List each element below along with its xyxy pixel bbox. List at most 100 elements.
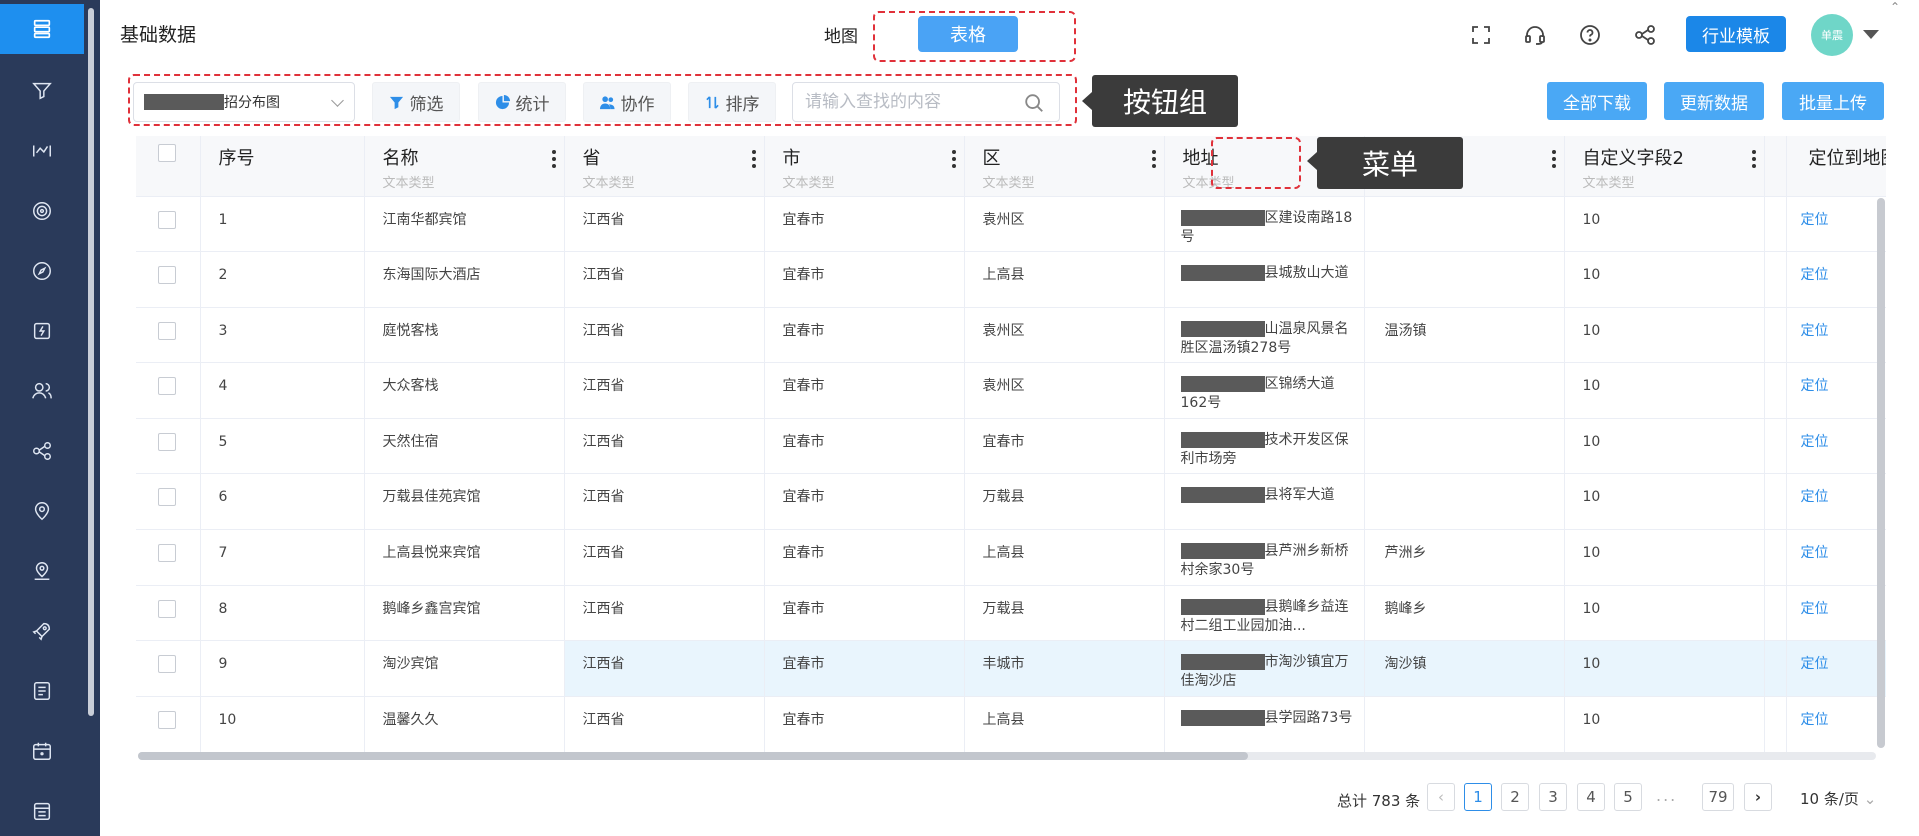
table-horizontal-scrollbar[interactable] <box>138 752 1876 760</box>
prev-page-button[interactable]: ‹ <box>1427 783 1455 811</box>
sidebar-item-calendar[interactable] <box>0 726 84 776</box>
support-button[interactable] <box>1520 20 1550 50</box>
sidebar-scrollbar[interactable] <box>88 8 94 716</box>
help-button[interactable] <box>1575 20 1605 50</box>
cell-province: 江西省 <box>564 417 765 474</box>
row-checkbox[interactable] <box>158 210 176 229</box>
stats-button[interactable]: 统计 <box>478 82 566 122</box>
sidebar-item-compass[interactable] <box>0 246 84 296</box>
row-checkbox[interactable] <box>158 544 176 563</box>
column-menu-icon[interactable] <box>751 150 756 168</box>
row-checkbox[interactable] <box>158 599 176 618</box>
sort-button[interactable]: 排序 <box>688 82 776 122</box>
table-row[interactable]: 7 上高县悦来宾馆 江西省 宜春市 上高县 县芦洲乡新桥村余家30号 芦洲乡 10 定位 <box>136 529 1886 586</box>
column-menu-icon[interactable] <box>951 150 956 168</box>
locate-link[interactable]: 定位 <box>1785 251 1886 308</box>
table-row[interactable]: 4 大众客栈 江西省 宜春市 袁州区 区锦绣大道162号 10 定位 <box>136 362 1886 419</box>
column-header-district[interactable]: 区 文本类型 <box>964 136 1165 196</box>
column-header-city[interactable]: 市 文本类型 <box>764 136 965 196</box>
table-row[interactable]: 3 庭悦客栈 江西省 宜春市 袁州区 山温泉风景名胜区温汤镇278号 温汤镇 10 定位 <box>136 306 1886 363</box>
scrollbar-thumb[interactable] <box>138 752 1248 760</box>
cell-seq: 4 <box>200 362 365 419</box>
table-row[interactable]: 2 东海国际大酒店 江西省 宜春市 上高县 县城敖山大道 10 定位 <box>136 251 1886 308</box>
row-checkbox[interactable] <box>158 710 176 729</box>
row-checkbox[interactable] <box>158 321 176 340</box>
search-field[interactable] <box>792 82 1060 122</box>
locate-link[interactable]: 定位 <box>1785 473 1886 530</box>
avatar[interactable]: 单震 <box>1811 14 1853 56</box>
collab-label: 协作 <box>620 94 655 115</box>
update-data-button[interactable]: 更新数据 <box>1664 82 1764 120</box>
sidebar-item-trend[interactable] <box>0 126 84 176</box>
page-button[interactable]: 3 <box>1539 783 1567 811</box>
search-input[interactable] <box>793 83 1013 121</box>
column-menu-icon[interactable] <box>1151 150 1156 168</box>
row-checkbox[interactable] <box>158 266 176 285</box>
column-header-province[interactable]: 省 文本类型 <box>564 136 765 196</box>
page-button[interactable]: 5 <box>1614 783 1642 811</box>
locate-link[interactable]: 定位 <box>1785 362 1886 419</box>
user-menu-caret-icon[interactable] <box>1863 30 1879 39</box>
locate-link[interactable]: 定位 <box>1785 529 1886 586</box>
row-checkbox[interactable] <box>158 655 176 674</box>
sidebar-item-filter[interactable] <box>0 66 84 116</box>
select-all-checkbox[interactable] <box>158 144 176 162</box>
search-icon[interactable] <box>1023 92 1045 114</box>
table-row[interactable]: 1 江南华都宾馆 江西省 宜春市 袁州区 区建设南路18号 10 定位 <box>136 195 1886 252</box>
column-header-name[interactable]: 名称 文本类型 <box>364 136 565 196</box>
sidebar-item-share[interactable] <box>0 426 84 476</box>
cell-seq: 8 <box>200 584 365 641</box>
row-checkbox[interactable] <box>158 377 176 396</box>
page-button-last[interactable]: 79 <box>1702 783 1734 811</box>
cell-province: 江西省 <box>564 695 765 752</box>
column-menu-icon[interactable] <box>551 150 556 168</box>
fullscreen-button[interactable] <box>1466 20 1496 50</box>
sidebar-item-rocket[interactable] <box>0 606 84 656</box>
sidebar-item-list[interactable] <box>0 666 84 716</box>
row-checkbox[interactable] <box>158 488 176 507</box>
table-row[interactable]: 8 鹅峰乡鑫宫宾馆 江西省 宜春市 万载县 县鹅峰乡益连村二组工业园加油... 鹅峰乡 10 定… <box>136 584 1886 641</box>
sidebar-item-notes[interactable] <box>0 786 84 836</box>
collab-button[interactable]: 协作 <box>583 82 671 122</box>
cell-custom2: 10 <box>1564 306 1765 363</box>
table-row[interactable]: 10 温馨久久 江西省 宜春市 上高县 县学园路73号 10 定位 <box>136 695 1886 752</box>
share-button[interactable] <box>1630 20 1660 50</box>
column-menu-icon[interactable] <box>1551 150 1556 168</box>
page-button[interactable]: 2 <box>1501 783 1529 811</box>
locate-link[interactable]: 定位 <box>1785 306 1886 363</box>
page-size-select[interactable]: 10 条/页 ⌄ <box>1800 788 1876 809</box>
locate-link[interactable]: 定位 <box>1785 640 1886 697</box>
collapse-header-icon[interactable]: ⌃ <box>1890 0 1900 14</box>
industry-template-button[interactable]: 行业模板 <box>1686 16 1786 52</box>
menu-callout: 菜单 <box>1317 137 1463 189</box>
page-button[interactable]: 1 <box>1464 783 1492 811</box>
view-toggle-map[interactable]: 地图 <box>824 22 858 47</box>
next-page-button[interactable]: › <box>1744 783 1772 811</box>
row-checkbox[interactable] <box>158 432 176 451</box>
view-toggle-table[interactable]: 表格 <box>918 16 1018 52</box>
sidebar-item-flash[interactable] <box>0 306 84 356</box>
column-menu-icon[interactable] <box>1751 150 1756 168</box>
table-row[interactable]: 6 万载县佳苑宾馆 江西省 宜春市 万载县 县将军大道 10 定位 <box>136 473 1886 530</box>
sidebar-item-map-pin[interactable] <box>0 546 84 596</box>
sidebar-item-location-user[interactable] <box>0 486 84 536</box>
locate-link[interactable]: 定位 <box>1785 417 1886 474</box>
page-button[interactable]: 4 <box>1577 783 1605 811</box>
locate-link[interactable]: 定位 <box>1785 195 1886 252</box>
locate-link[interactable]: 定位 <box>1785 695 1886 752</box>
pagination-ellipsis[interactable]: ... <box>1656 786 1677 805</box>
batch-upload-button[interactable]: 批量上传 <box>1782 82 1884 120</box>
layer-select[interactable]: 招分布图 <box>133 82 355 122</box>
sidebar-item-users[interactable] <box>0 366 84 416</box>
cell-seq: 6 <box>200 473 365 530</box>
table-row[interactable]: 5 天然住宿 江西省 宜春市 宜春市 技术开发区保利市场旁 10 定位 <box>136 417 1886 474</box>
table-row[interactable]: 9 淘沙宾馆 江西省 宜春市 丰城市 市淘沙镇宜万佳淘沙店 淘沙镇 10 定位 <box>136 640 1886 697</box>
download-all-button[interactable]: 全部下载 <box>1547 82 1647 120</box>
table-vertical-scrollbar[interactable] <box>1877 198 1885 748</box>
sidebar-item-data[interactable] <box>0 4 84 54</box>
locate-link[interactable]: 定位 <box>1785 584 1886 641</box>
cell-addr: 县城敖山大道 <box>1164 251 1365 308</box>
sidebar-item-target[interactable] <box>0 186 84 236</box>
filter-button[interactable]: 筛选 <box>372 82 460 122</box>
column-header-custom2[interactable]: 自定义字段2 文本类型 <box>1564 136 1765 196</box>
